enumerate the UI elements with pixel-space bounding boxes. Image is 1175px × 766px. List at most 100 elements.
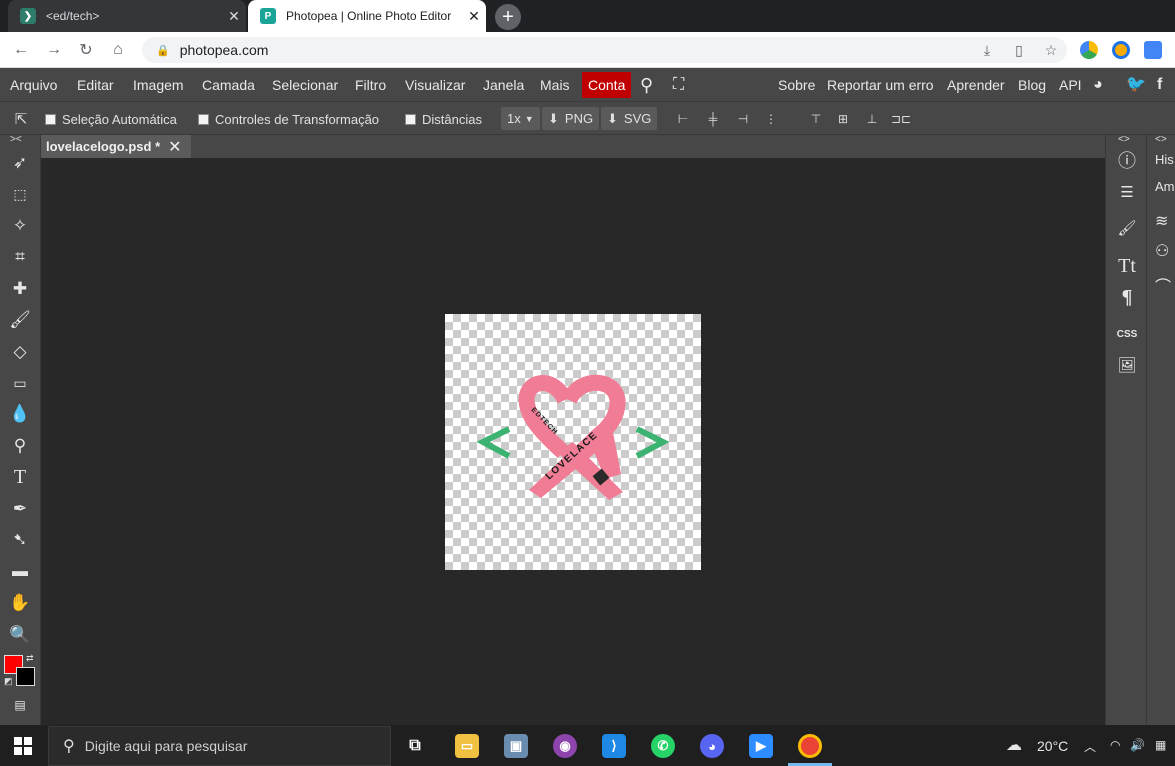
export-png-button[interactable]: ⬇ PNG (542, 107, 600, 130)
type-tool-icon[interactable]: T (6, 463, 34, 491)
task-view-icon[interactable]: ⧉ (403, 734, 427, 758)
healing-brush-tool-icon[interactable]: ✚ (6, 275, 34, 303)
file-explorer-icon[interactable]: ▭ (455, 734, 479, 758)
move-tool-icon[interactable]: ➶ (6, 149, 34, 177)
photos-icon[interactable]: ▣ (504, 734, 528, 758)
pen-tool-icon[interactable]: ✒ (6, 495, 34, 523)
expand-icon[interactable]: <> (1118, 134, 1130, 145)
eraser-tool-icon[interactable]: ◇ (6, 338, 34, 366)
character-icon[interactable]: Tt (1114, 253, 1140, 279)
distribute-vertical-icon[interactable]: ⊐⊏ (890, 111, 912, 127)
chrome-icon[interactable] (798, 734, 822, 758)
checkbox-box[interactable] (198, 114, 209, 125)
document-tab[interactable]: lovelacelogo.psd * ✕ (41, 135, 191, 158)
back-arrow-icon[interactable]: ← (10, 39, 32, 61)
expand-icon[interactable]: <> (1155, 134, 1167, 145)
menu-visualizar[interactable]: Visualizar (405, 68, 465, 102)
transform-controls-checkbox[interactable]: Controles de Transformação (198, 112, 379, 127)
quick-mask-icon[interactable]: ▤ (6, 691, 34, 719)
paragraph-icon[interactable]: ¶ (1114, 284, 1140, 310)
gradient-tool-icon[interactable]: ▭ (6, 369, 34, 397)
menu-blog[interactable]: Blog (1018, 68, 1046, 102)
swatches-panel-tab[interactable]: Am (1155, 179, 1175, 194)
keyboard-icon[interactable]: ▦ (1155, 738, 1166, 752)
distances-checkbox[interactable]: Distâncias (405, 112, 482, 127)
align-middle-icon[interactable]: ⊞ (835, 111, 851, 127)
taskbar-search[interactable]: ⚲ Digite aqui para pesquisar (48, 726, 391, 766)
checkbox-box[interactable] (45, 114, 56, 125)
search-icon[interactable]: ⚲ (640, 68, 653, 102)
swap-colors-icon[interactable]: ⇄ (26, 653, 34, 664)
facebook-icon[interactable]: f (1157, 68, 1162, 102)
menu-selecionar[interactable]: Selecionar (272, 68, 338, 102)
address-bar[interactable]: 🔒 photopea.com ⤓ ▯ ☆ (142, 37, 1067, 63)
brush-settings-icon[interactable]: 🖌 (1114, 215, 1140, 241)
browser-tab-edtech[interactable]: ❯ <ed/tech> ✕ (8, 0, 246, 32)
wifi-icon[interactable]: ◠ (1110, 738, 1120, 752)
crop-tool-icon[interactable]: ⌗ (6, 243, 34, 271)
dodge-tool-icon[interactable]: ⚲ (6, 432, 34, 460)
align-top-icon[interactable]: ⊤ (808, 111, 824, 127)
vscode-icon[interactable]: ⟩ (602, 734, 626, 758)
lock-icon[interactable]: 🔒 (156, 44, 170, 57)
reddit-icon[interactable]: ◕ (1093, 68, 1103, 102)
speaker-icon[interactable]: 🔊 (1130, 738, 1145, 752)
menu-arquivo[interactable]: Arquivo (10, 68, 57, 102)
marquee-tool-icon[interactable]: ⬚ (6, 180, 34, 208)
close-icon[interactable]: ✕ (222, 8, 246, 25)
align-left-icon[interactable]: ⊢ (675, 111, 691, 127)
align-bottom-icon[interactable]: ⊥ (864, 111, 880, 127)
google-drive-icon[interactable] (1080, 41, 1098, 59)
checkbox-box[interactable] (405, 114, 416, 125)
reload-icon[interactable]: ↻ (75, 39, 97, 61)
menu-report-bug[interactable]: Reportar um erro (827, 68, 934, 102)
image-icon[interactable]: 🖼 (1114, 352, 1140, 378)
path-select-tool-icon[interactable]: ➷ (6, 526, 34, 554)
menu-janela[interactable]: Janela (483, 68, 524, 102)
chevron-up-icon[interactable]: ︿ (1084, 738, 1096, 755)
github-desktop-icon[interactable]: ◉ (553, 734, 577, 758)
export-svg-button[interactable]: ⬇ SVG (601, 107, 658, 130)
fullscreen-icon[interactable]: ⛶ (673, 68, 684, 102)
hand-tool-icon[interactable]: ✋ (6, 589, 34, 617)
page-icon[interactable]: ▯ (1003, 42, 1035, 59)
align-right-icon[interactable]: ⊣ (735, 111, 751, 127)
menu-sobre[interactable]: Sobre (778, 68, 815, 102)
bookmark-star-icon[interactable]: ☆ (1035, 42, 1067, 59)
export-scale-select[interactable]: 1x ▼ (501, 107, 540, 130)
blur-tool-icon[interactable]: 💧 (6, 400, 34, 428)
paths-icon[interactable]: ⌒ (1155, 273, 1171, 297)
default-colors-icon[interactable]: ◩ (4, 676, 13, 687)
menu-editar[interactable]: Editar (77, 68, 114, 102)
windows-start-icon[interactable] (14, 737, 32, 755)
forward-arrow-icon[interactable]: → (43, 39, 65, 61)
collapse-icon[interactable]: >< (10, 134, 22, 145)
browser-tab-photopea[interactable]: P Photopea | Online Photo Editor ✕ (248, 0, 486, 32)
discord-icon[interactable]: ◕ (700, 734, 724, 758)
zoom-tool-icon[interactable]: 🔍 (6, 621, 34, 649)
channels-icon[interactable]: ⚇ (1155, 241, 1169, 261)
url-text[interactable]: photopea.com (180, 42, 971, 58)
auto-select-checkbox[interactable]: Seleção Automática (45, 112, 177, 127)
document-canvas[interactable]: EDTECH LOVELACE (445, 314, 701, 570)
distribute-horizontal-icon[interactable]: ⋮ (763, 111, 779, 127)
menu-aprender[interactable]: Aprender (947, 68, 1005, 102)
zoom-icon[interactable]: ▶ (749, 734, 773, 758)
css-icon[interactable]: CSS (1114, 321, 1140, 347)
twitter-icon[interactable]: 🐦 (1126, 68, 1146, 102)
magic-wand-tool-icon[interactable]: ✧ (6, 212, 34, 240)
home-icon[interactable]: ⌂ (107, 39, 129, 61)
layers-icon[interactable]: ≋ (1155, 211, 1168, 231)
history-panel-tab[interactable]: His (1155, 152, 1174, 167)
whatsapp-icon[interactable]: ✆ (651, 734, 675, 758)
menu-mais[interactable]: Mais (540, 68, 570, 102)
info-icon[interactable]: ⓘ (1114, 147, 1140, 173)
menu-filtro[interactable]: Filtro (355, 68, 386, 102)
brush-tool-icon[interactable]: 🖌 (6, 306, 34, 334)
install-app-icon[interactable]: ⤓ (971, 42, 1003, 59)
align-center-icon[interactable]: ╪ (705, 111, 721, 127)
menu-camada[interactable]: Camada (202, 68, 255, 102)
weather-cloud-icon[interactable]: ☁ (1006, 735, 1022, 755)
account-button[interactable]: Conta (582, 72, 632, 98)
extension-icon[interactable] (1112, 41, 1130, 59)
